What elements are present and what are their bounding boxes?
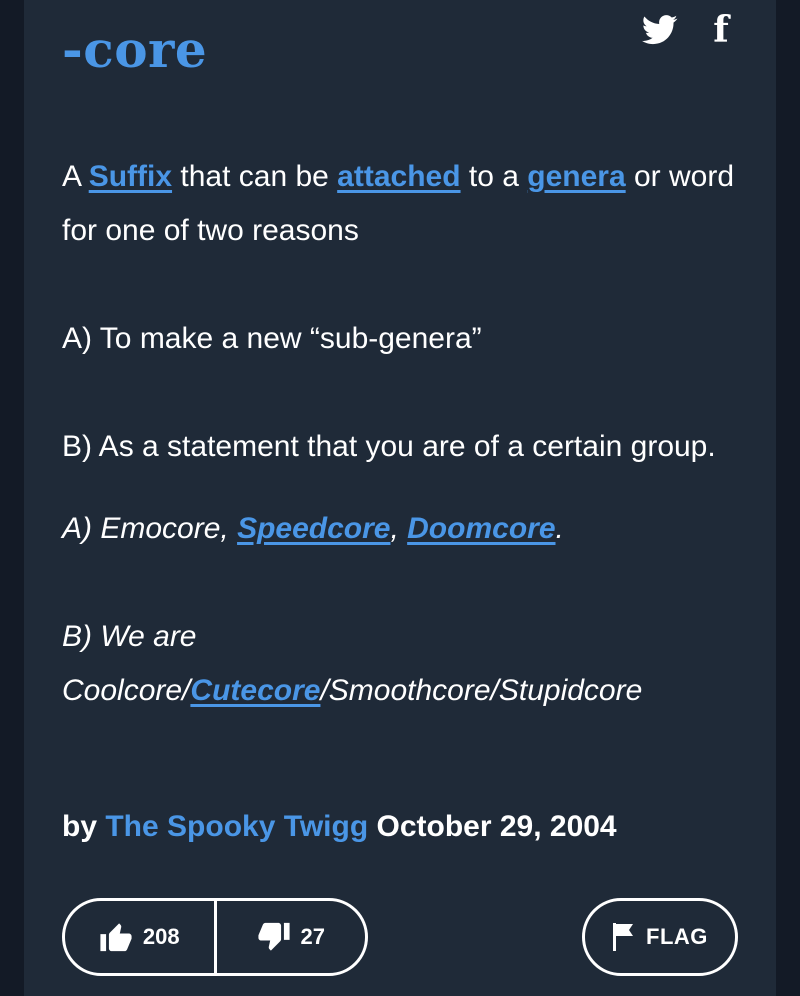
facebook-icon[interactable]: f: [704, 10, 738, 50]
term-link[interactable]: Cutecore: [190, 674, 320, 707]
facebook-glyph: f: [713, 9, 729, 51]
meaning-paragraph: B) As a statement that you are of a cert…: [62, 420, 742, 474]
text-segment: ,: [390, 512, 408, 545]
meaning-paragraph: A Suffix that can be attached to a gener…: [62, 150, 742, 258]
byline: by The Spooky Twigg October 29, 2004: [62, 810, 617, 844]
downvote-count: 27: [300, 924, 325, 949]
thumbs-down-button[interactable]: 27: [213, 901, 366, 973]
thumbs-up-button[interactable]: 208: [65, 901, 214, 973]
meaning-paragraph: A) To make a new “sub-genera”: [62, 312, 742, 366]
upvote-count: 208: [142, 924, 180, 949]
byline-by: by: [62, 810, 98, 843]
definition-body: A Suffix that can be attached to a gener…: [62, 150, 742, 718]
thumbs-up-icon: [99, 920, 133, 954]
flag-button[interactable]: FLAG: [582, 898, 738, 976]
text-segment: B) We are Coolcore/: [62, 620, 197, 707]
text-segment: A) Emocore,: [62, 512, 238, 545]
term-link[interactable]: Suffix: [89, 160, 172, 193]
text-segment: A: [62, 160, 89, 193]
term-link[interactable]: Speedcore: [237, 512, 390, 545]
author-link[interactable]: The Spooky Twigg: [105, 810, 368, 843]
text-segment: B) As a statement that you are of a cert…: [62, 430, 716, 463]
text-segment: to a: [460, 160, 528, 193]
thumbs-down-icon: [257, 920, 291, 954]
term-link[interactable]: Doomcore: [407, 512, 555, 545]
term-link[interactable]: genera: [527, 160, 625, 193]
vote-group: 208 27: [62, 898, 368, 976]
text-segment: A) To make a new “sub-genera”: [62, 322, 482, 355]
word-title[interactable]: -core: [62, 20, 207, 79]
flag-icon: [612, 922, 634, 952]
term-link[interactable]: attached: [337, 160, 460, 193]
example-paragraph: A) Emocore, Speedcore, Doomcore.: [62, 502, 742, 556]
definition-card: -core f A Suffix that can be attached to…: [24, 0, 776, 996]
text-segment: /Smoothcore/Stupidcore: [320, 674, 643, 707]
text-segment: .: [555, 512, 564, 545]
twitter-icon[interactable]: [638, 10, 682, 50]
byline-date: October 29, 2004: [376, 810, 617, 843]
text-segment: that can be: [172, 160, 338, 193]
flag-label: FLAG: [646, 924, 708, 949]
example-paragraph: B) We are Coolcore/Cutecore/Smoothcore/S…: [62, 610, 742, 718]
